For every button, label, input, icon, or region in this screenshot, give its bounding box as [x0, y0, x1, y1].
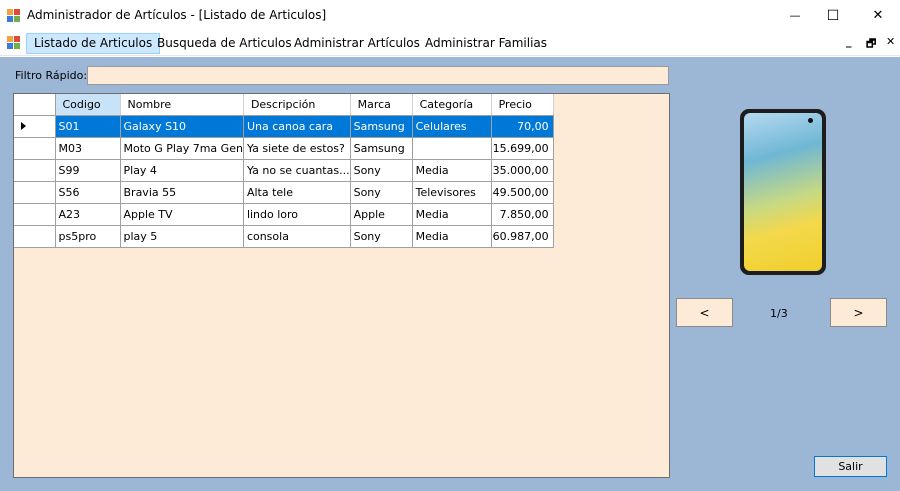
cell-precio[interactable]: 70,00 [491, 115, 554, 138]
cell-nombre[interactable]: play 5 [120, 225, 244, 248]
cell-descripcion[interactable]: lindo loro [243, 203, 351, 226]
cell-precio[interactable]: 35.000,00 [491, 159, 554, 182]
mdi-restore-button[interactable]: 🗗 [866, 35, 876, 54]
mdi-minimize-button[interactable]: _ [846, 35, 852, 48]
column-header-codigo[interactable]: Codigo [55, 94, 121, 116]
cell-descripcion[interactable]: consola [243, 225, 351, 248]
cell-categoria[interactable]: Celulares [412, 115, 492, 138]
menu-bar: Listado de Articulos Busqueda de Articul… [0, 31, 900, 56]
camera-icon [808, 118, 813, 123]
articles-table: Codigo Nombre Descripción Marca Categorí… [14, 94, 554, 248]
menu-busqueda-articulos[interactable]: Busqueda de Articulos [149, 33, 300, 54]
article-image [740, 109, 826, 275]
cell-marca[interactable]: Sony [350, 181, 413, 204]
close-button[interactable]: ✕ [855, 0, 900, 31]
filter-input[interactable] [87, 66, 669, 85]
phone-screen [744, 113, 822, 271]
table-row[interactable]: M03 Moto G Play 7ma Gen Ya siete de esto… [14, 137, 554, 160]
cell-categoria[interactable]: Media [412, 225, 492, 248]
column-header-nombre[interactable]: Nombre [120, 94, 244, 116]
menu-administrar-articulos[interactable]: Administrar Artículos [286, 33, 428, 54]
row-header[interactable] [14, 225, 56, 248]
row-header[interactable] [14, 181, 56, 204]
chevron-left-icon: < [699, 305, 710, 320]
cell-precio[interactable]: 7.850,00 [491, 203, 554, 226]
menu-listado-articulos[interactable]: Listado de Articulos [26, 33, 161, 54]
cell-codigo[interactable]: S99 [55, 159, 121, 182]
window-title: Administrador de Artículos - [Listado de… [27, 8, 327, 22]
cell-categoria[interactable] [412, 137, 492, 160]
row-header[interactable] [14, 137, 56, 160]
menu-administrar-familias[interactable]: Administrar Familias [417, 33, 555, 54]
cell-marca[interactable]: Sony [350, 159, 413, 182]
cell-nombre[interactable]: Apple TV [120, 203, 244, 226]
cell-codigo[interactable]: S01 [55, 115, 121, 138]
previous-image-button[interactable]: < [676, 298, 733, 327]
cell-nombre[interactable]: Moto G Play 7ma Gen [120, 137, 244, 160]
cell-codigo[interactable]: A23 [55, 203, 121, 226]
column-header-categoria[interactable]: Categoría [412, 94, 492, 116]
row-header[interactable] [14, 203, 56, 226]
image-page-indicator: 1/3 [770, 307, 788, 320]
mdi-child-icon[interactable] [7, 36, 21, 50]
cell-descripcion[interactable]: Alta tele [243, 181, 351, 204]
cell-descripcion[interactable]: Ya siete de estos? [243, 137, 351, 160]
column-header-descripcion[interactable]: Descripción [243, 94, 351, 116]
column-header-marca[interactable]: Marca [350, 94, 413, 116]
minimize-icon: — [789, 9, 801, 22]
title-bar: Administrador de Artículos - [Listado de… [0, 0, 900, 31]
maximize-icon: ☐ [826, 7, 840, 24]
table-row[interactable]: S56 Bravia 55 Alta tele Sony Televisores… [14, 181, 554, 204]
client-area: Filtro Rápido: Codigo Nombre Descripción… [0, 57, 900, 491]
table-row[interactable]: S01 Galaxy S10 Una canoa cara Samsung Ce… [14, 115, 554, 138]
cell-codigo[interactable]: S56 [55, 181, 121, 204]
maximize-button[interactable]: ☐ [810, 0, 856, 31]
cell-nombre[interactable]: Play 4 [120, 159, 244, 182]
cell-categoria[interactable]: Televisores [412, 181, 492, 204]
next-image-button[interactable]: > [830, 298, 887, 327]
cell-precio[interactable]: 49.500,00 [491, 181, 554, 204]
cell-marca[interactable]: Apple [350, 203, 413, 226]
table-row[interactable]: S99 Play 4 Ya no se cuantas... Sony Medi… [14, 159, 554, 182]
cell-codigo[interactable]: M03 [55, 137, 121, 160]
cell-nombre[interactable]: Bravia 55 [120, 181, 244, 204]
cell-marca[interactable]: Samsung [350, 115, 413, 138]
filter-label: Filtro Rápido: [15, 69, 88, 82]
row-header[interactable] [14, 115, 56, 138]
table-row[interactable]: ps5pro play 5 consola Sony Media 60.987,… [14, 225, 554, 248]
current-row-icon [21, 122, 26, 130]
cell-descripcion[interactable]: Ya no se cuantas... [243, 159, 351, 182]
cell-marca[interactable]: Samsung [350, 137, 413, 160]
cell-precio[interactable]: 60.987,00 [491, 225, 554, 248]
close-icon: ✕ [872, 8, 884, 23]
cell-nombre[interactable]: Galaxy S10 [120, 115, 244, 138]
articles-grid[interactable]: Codigo Nombre Descripción Marca Categorí… [13, 93, 670, 478]
column-header-precio[interactable]: Precio [491, 94, 554, 116]
chevron-right-icon: > [853, 305, 864, 320]
cell-categoria[interactable]: Media [412, 159, 492, 182]
grid-corner[interactable] [14, 94, 56, 116]
cell-codigo[interactable]: ps5pro [55, 225, 121, 248]
app-icon [7, 9, 20, 22]
row-header[interactable] [14, 159, 56, 182]
mdi-close-button[interactable]: ✕ [886, 35, 895, 48]
table-row[interactable]: A23 Apple TV lindo loro Apple Media 7.85… [14, 203, 554, 226]
cell-precio[interactable]: 15.699,00 [491, 137, 554, 160]
cell-categoria[interactable]: Media [412, 203, 492, 226]
cell-descripcion[interactable]: Una canoa cara [243, 115, 351, 138]
cell-marca[interactable]: Sony [350, 225, 413, 248]
exit-button[interactable]: Salir [814, 456, 887, 477]
grid-header-row: Codigo Nombre Descripción Marca Categorí… [14, 94, 554, 116]
